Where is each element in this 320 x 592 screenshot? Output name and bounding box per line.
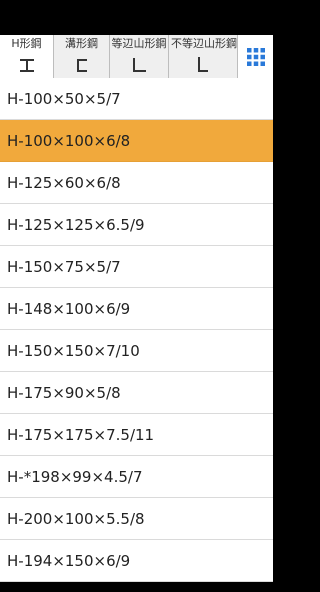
list-item[interactable]: H-150×75×5/7	[0, 246, 273, 288]
tab-label: 不等辺山形鋼	[171, 37, 237, 50]
list-item[interactable]: H-200×100×5.5/8	[0, 498, 273, 540]
unequal-angle-icon	[198, 57, 208, 72]
section-size-list: H-100×50×5/7 H-100×100×6/8 H-125×60×6/8 …	[0, 78, 273, 582]
tab-h-beam[interactable]: H形鋼	[0, 35, 54, 78]
tab-label: 等辺山形鋼	[111, 37, 167, 50]
list-item[interactable]: H-150×150×7/10	[0, 330, 273, 372]
app-screen: H形鋼 溝形鋼 等辺山形鋼 不等辺山形鋼 H-100×50×5/7 H-100×…	[0, 0, 273, 592]
list-item[interactable]: H-100×50×5/7	[0, 78, 273, 120]
list-item[interactable]: H-125×60×6/8	[0, 162, 273, 204]
h-beam-icon	[19, 59, 34, 72]
list-item[interactable]: H-194×150×6/9	[0, 540, 273, 582]
tab-channel[interactable]: 溝形鋼	[54, 35, 110, 78]
list-item[interactable]: H-175×175×7.5/11	[0, 414, 273, 456]
list-item[interactable]: H-*198×99×4.5/7	[0, 456, 273, 498]
channel-icon	[76, 59, 87, 72]
list-item[interactable]: H-125×125×6.5/9	[0, 204, 273, 246]
list-item-selected[interactable]: H-100×100×6/8	[0, 120, 273, 162]
navigation-bar	[0, 582, 273, 592]
tab-label: 溝形鋼	[65, 37, 98, 50]
equal-angle-icon	[133, 58, 146, 72]
section-type-tabbar: H形鋼 溝形鋼 等辺山形鋼 不等辺山形鋼	[0, 35, 273, 78]
tab-unequal-angle[interactable]: 不等辺山形鋼	[169, 35, 238, 78]
list-item[interactable]: H-175×90×5/8	[0, 372, 273, 414]
grid-menu-icon	[246, 47, 265, 66]
list-item[interactable]: H-148×100×6/9	[0, 288, 273, 330]
tab-label: H形鋼	[11, 37, 42, 50]
tab-equal-angle[interactable]: 等辺山形鋼	[110, 35, 169, 78]
status-bar	[0, 0, 273, 35]
grid-menu-button[interactable]	[238, 35, 273, 78]
